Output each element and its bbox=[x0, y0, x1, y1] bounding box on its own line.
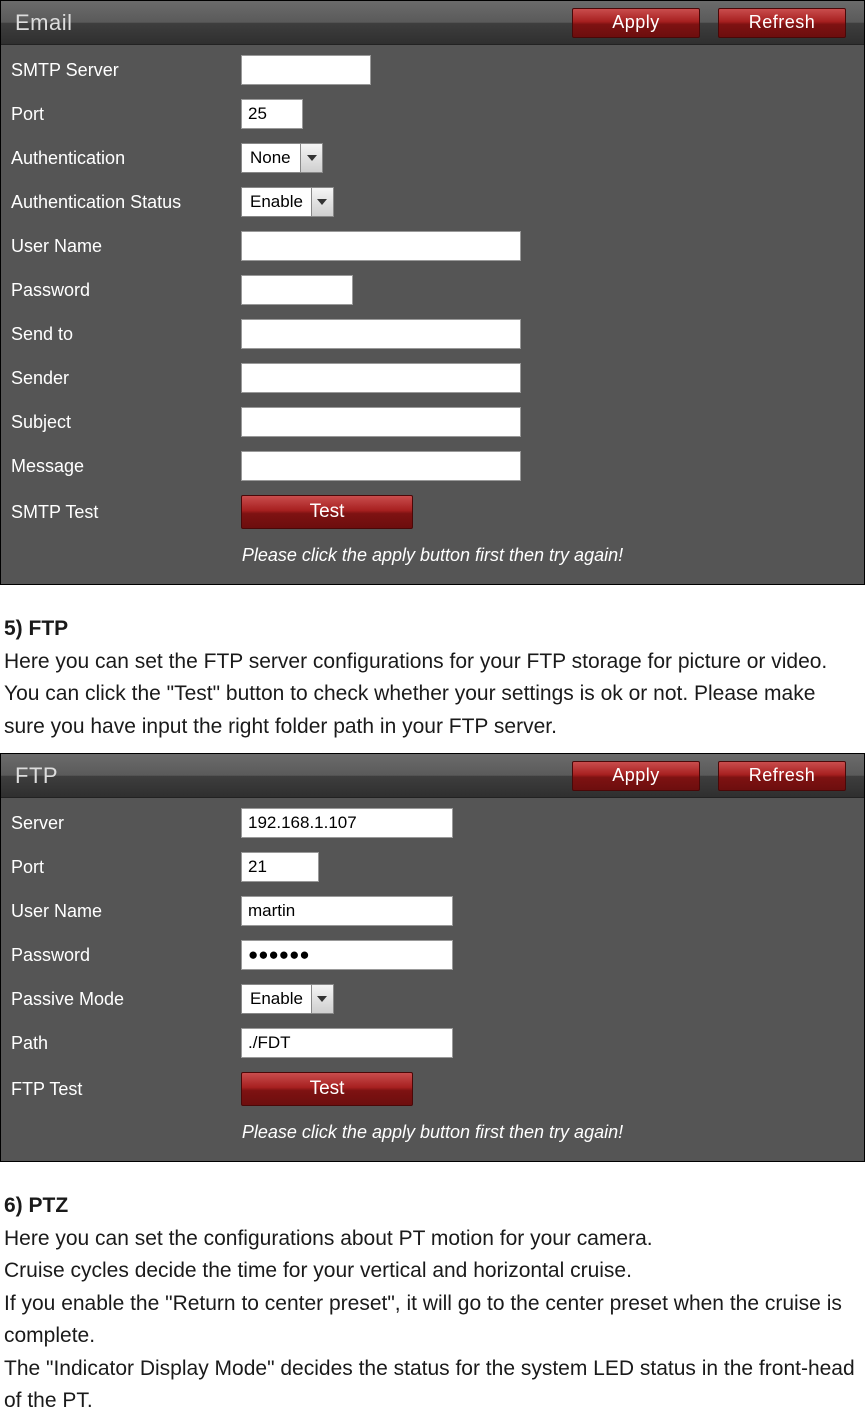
smtp-server-input[interactable] bbox=[241, 55, 371, 85]
row-message: Message bbox=[9, 451, 856, 481]
row-ftp-username: User Name bbox=[9, 896, 856, 926]
row-ftp-test: FTP Test Test bbox=[9, 1072, 856, 1106]
row-ftp-server: Server bbox=[9, 808, 856, 838]
message-input[interactable] bbox=[241, 451, 521, 481]
ftp-panel: FTP Apply Refresh Server Port User Name … bbox=[0, 753, 865, 1162]
label-smtp-server: SMTP Server bbox=[9, 60, 241, 81]
label-port: Port bbox=[9, 104, 241, 125]
email-panel: Email Apply Refresh SMTP Server Port Aut… bbox=[0, 0, 865, 585]
ftp-heading: 5) FTP bbox=[4, 613, 861, 646]
send-to-input[interactable] bbox=[241, 319, 521, 349]
email-panel-header: Email Apply Refresh bbox=[1, 1, 864, 45]
subject-input[interactable] bbox=[241, 407, 521, 437]
dropdown-button[interactable] bbox=[311, 188, 333, 216]
row-auth-status: Authentication Status Enable bbox=[9, 187, 856, 217]
ftp-username-input[interactable] bbox=[241, 896, 453, 926]
ftp-panel-body: Server Port User Name Password Passive M… bbox=[1, 798, 864, 1161]
row-ftp-port: Port bbox=[9, 852, 856, 882]
smtp-test-button[interactable]: Test bbox=[241, 495, 413, 529]
authentication-value: None bbox=[242, 148, 300, 168]
label-ftp-port: Port bbox=[9, 857, 241, 878]
label-ftp-server: Server bbox=[9, 813, 241, 834]
label-sender: Sender bbox=[9, 368, 241, 389]
dropdown-button[interactable] bbox=[311, 985, 333, 1013]
caret-down-icon bbox=[307, 155, 317, 161]
ptz-line2: Cruise cycles decide the time for your v… bbox=[4, 1255, 861, 1288]
ptz-doc-section: 6) PTZ Here you can set the configuratio… bbox=[0, 1162, 865, 1428]
row-ftp-path: Path bbox=[9, 1028, 856, 1058]
ftp-body: Here you can set the FTP server configur… bbox=[4, 646, 861, 744]
row-authentication: Authentication None bbox=[9, 143, 856, 173]
authentication-select[interactable]: None bbox=[241, 143, 323, 173]
ftp-test-button[interactable]: Test bbox=[241, 1072, 413, 1106]
caret-down-icon bbox=[317, 996, 327, 1002]
row-smtp-server: SMTP Server bbox=[9, 55, 856, 85]
ptz-line4: The "Indicator Display Mode" decides the… bbox=[4, 1353, 861, 1418]
ftp-hint: Please click the apply button first then… bbox=[9, 1120, 856, 1147]
caret-down-icon bbox=[317, 199, 327, 205]
username-input[interactable] bbox=[241, 231, 521, 261]
row-passive: Passive Mode Enable bbox=[9, 984, 856, 1014]
row-smtp-test: SMTP Test Test bbox=[9, 495, 856, 529]
ptz-line3: If you enable the "Return to center pres… bbox=[4, 1288, 861, 1353]
refresh-button[interactable]: Refresh bbox=[718, 761, 846, 791]
email-hint: Please click the apply button first then… bbox=[9, 543, 856, 570]
row-password: Password bbox=[9, 275, 856, 305]
email-panel-title: Email bbox=[1, 10, 572, 36]
auth-status-select[interactable]: Enable bbox=[241, 187, 334, 217]
label-password: Password bbox=[9, 280, 241, 301]
row-sender: Sender bbox=[9, 363, 856, 393]
row-username: User Name bbox=[9, 231, 856, 261]
row-send-to: Send to bbox=[9, 319, 856, 349]
label-send-to: Send to bbox=[9, 324, 241, 345]
label-username: User Name bbox=[9, 236, 241, 257]
label-ftp-path: Path bbox=[9, 1033, 241, 1054]
label-message: Message bbox=[9, 456, 241, 477]
auth-status-value: Enable bbox=[242, 192, 311, 212]
row-ftp-password: Password bbox=[9, 940, 856, 970]
ptz-heading: 6) PTZ bbox=[4, 1190, 861, 1223]
ftp-doc-section: 5) FTP Here you can set the FTP server c… bbox=[0, 585, 865, 753]
apply-button[interactable]: Apply bbox=[572, 8, 700, 38]
label-ftp-test: FTP Test bbox=[9, 1079, 241, 1100]
label-ftp-username: User Name bbox=[9, 901, 241, 922]
label-ftp-password: Password bbox=[9, 945, 241, 966]
ftp-path-input[interactable] bbox=[241, 1028, 453, 1058]
apply-button[interactable]: Apply bbox=[572, 761, 700, 791]
ftp-panel-title: FTP bbox=[1, 763, 572, 789]
ftp-server-input[interactable] bbox=[241, 808, 453, 838]
label-smtp-test: SMTP Test bbox=[9, 502, 241, 523]
ftp-panel-header: FTP Apply Refresh bbox=[1, 754, 864, 798]
ftp-password-input[interactable] bbox=[241, 940, 453, 970]
dropdown-button[interactable] bbox=[300, 144, 322, 172]
ftp-port-input[interactable] bbox=[241, 852, 319, 882]
port-input[interactable] bbox=[241, 99, 303, 129]
passive-value: Enable bbox=[242, 989, 311, 1009]
password-input[interactable] bbox=[241, 275, 353, 305]
email-panel-body: SMTP Server Port Authentication None Aut… bbox=[1, 45, 864, 584]
sender-input[interactable] bbox=[241, 363, 521, 393]
ptz-line1: Here you can set the configurations abou… bbox=[4, 1223, 861, 1256]
label-authentication: Authentication bbox=[9, 148, 241, 169]
row-subject: Subject bbox=[9, 407, 856, 437]
label-subject: Subject bbox=[9, 412, 241, 433]
label-auth-status: Authentication Status bbox=[9, 192, 241, 213]
row-port: Port bbox=[9, 99, 856, 129]
passive-select[interactable]: Enable bbox=[241, 984, 334, 1014]
label-passive: Passive Mode bbox=[9, 989, 241, 1010]
refresh-button[interactable]: Refresh bbox=[718, 8, 846, 38]
